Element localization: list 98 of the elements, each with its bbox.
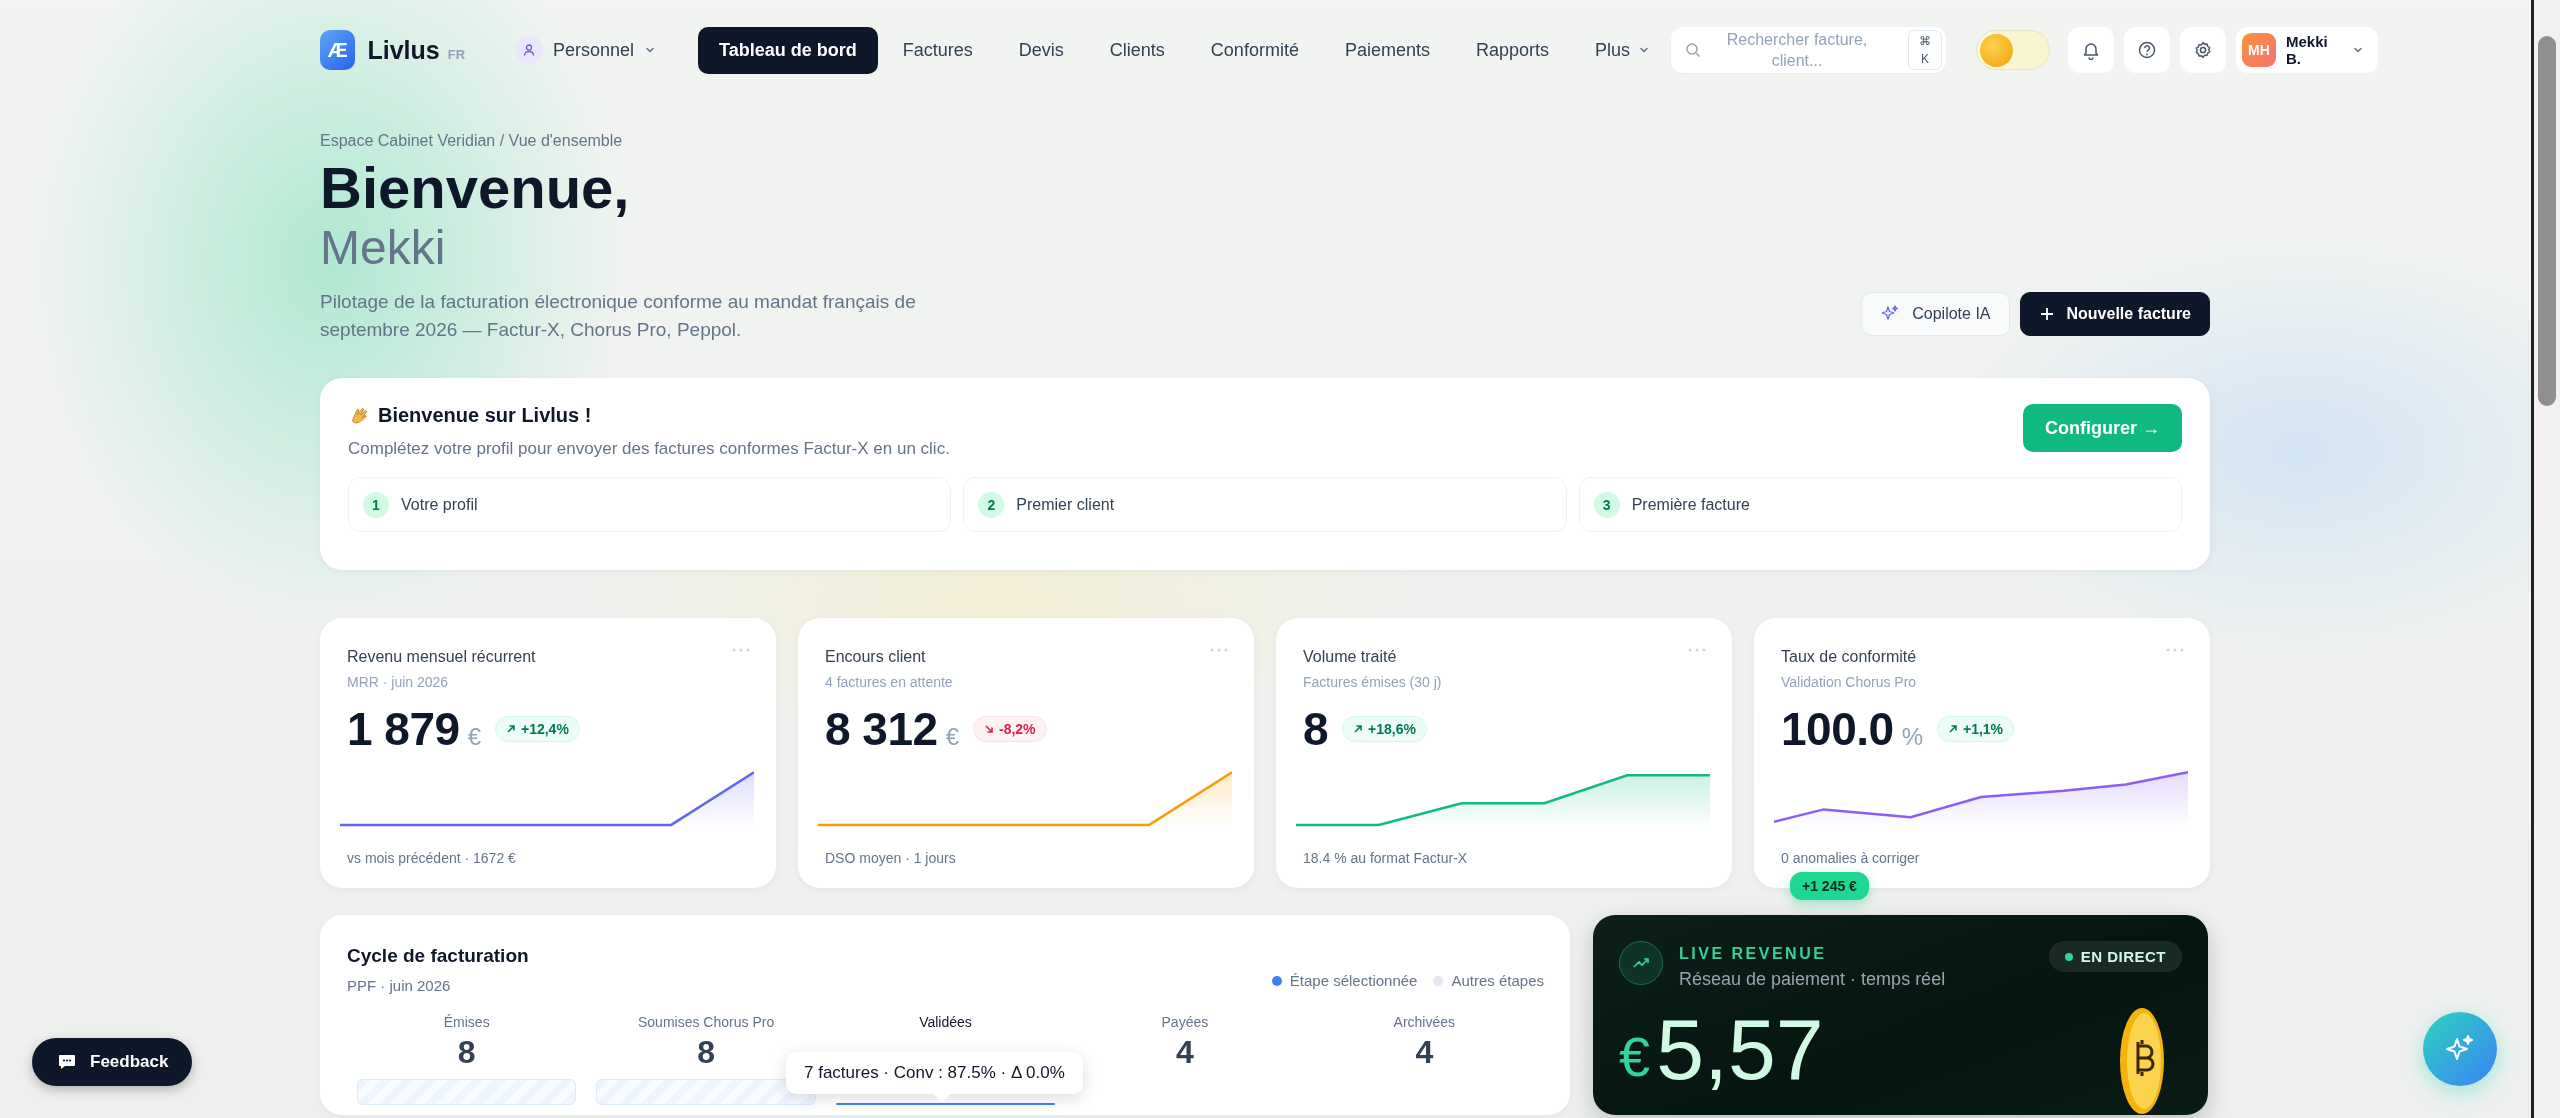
nav-tab[interactable]: Clients bbox=[1088, 26, 1186, 74]
kpi-unit: € bbox=[467, 723, 481, 751]
breadcrumb: Espace Cabinet Veridian / Vue d'ensemble bbox=[320, 132, 624, 150]
search-icon bbox=[1685, 42, 1701, 58]
live-label: LIVE REVENUE bbox=[1679, 945, 1828, 963]
workspace-selector[interactable]: Personnel bbox=[509, 30, 663, 70]
delta-badge: -8,2% bbox=[973, 716, 1047, 742]
welcome-title: Bienvenue sur Livlus ! bbox=[378, 404, 592, 427]
stage-value: 4 bbox=[1176, 1034, 1194, 1071]
step-number: 1 bbox=[363, 491, 389, 518]
kpi-title: Encours client bbox=[825, 648, 926, 666]
delta-badge: +18,6% bbox=[1342, 716, 1427, 742]
kpi-subtitle: Factures émises (30 j) bbox=[1302, 674, 1443, 690]
onboarding-step[interactable]: 2 Premier client bbox=[963, 477, 1567, 532]
help-button[interactable] bbox=[2124, 27, 2170, 73]
avatar: MH bbox=[2242, 33, 2276, 67]
kpi-footer: 18.4 % au format Factur-X bbox=[1276, 850, 1732, 866]
settings-icon bbox=[2193, 40, 2213, 60]
brand-name: Livlus bbox=[367, 35, 440, 65]
kpi-value: 8 bbox=[1303, 702, 1329, 756]
kpi-title: Volume traité bbox=[1303, 648, 1397, 666]
kpi-title: Taux de conformité bbox=[1781, 648, 1917, 666]
feedback-button[interactable]: Feedback bbox=[32, 1038, 193, 1086]
nav-tab[interactable]: Devis bbox=[997, 26, 1085, 74]
kpi-title: Revenu mensuel récurrent bbox=[347, 648, 536, 666]
theme-toggle[interactable] bbox=[1976, 30, 2050, 70]
delta-badge: +12,4% bbox=[495, 716, 580, 742]
legend-label: Autres étapes bbox=[1451, 972, 1544, 989]
scrollbar[interactable] bbox=[2531, 0, 2560, 1118]
kpi-value: 1 879 bbox=[347, 702, 460, 756]
arrow-up-right-icon bbox=[506, 724, 516, 734]
kpi-footer: 0 anomalies à corriger bbox=[1754, 850, 2210, 866]
kpi-unit: % bbox=[1901, 723, 1923, 751]
welcome-subtitle: Complétez votre profil pour envoyer des factures conformes Factur-X en un clic. bbox=[348, 439, 950, 459]
plus-icon bbox=[2038, 306, 2055, 322]
kpi-value: 100.0 bbox=[1781, 702, 1894, 756]
new-invoice-button[interactable]: Nouvelle facture bbox=[2019, 292, 2210, 336]
locale-label: FR bbox=[447, 46, 466, 62]
kpi-value: 8 312 bbox=[825, 702, 938, 756]
arrow-down-right-icon bbox=[984, 724, 994, 734]
shortcut-key: ⌘ K bbox=[1908, 30, 1942, 70]
kpi-footer: DSO moyen · 1 jours bbox=[798, 850, 1254, 866]
chat-icon bbox=[58, 1054, 76, 1070]
nav-tab[interactable]: Conformité bbox=[1189, 26, 1320, 74]
live-amount: 5,57 bbox=[1656, 1006, 1824, 1092]
stage-value: 8 bbox=[697, 1034, 715, 1071]
copilot-button[interactable]: Copilote IA bbox=[1861, 292, 2010, 336]
revenue-badge: +1 245 € bbox=[1790, 872, 1869, 900]
step-number: 3 bbox=[1593, 491, 1620, 518]
card-subtitle: PPF · juin 2026 bbox=[347, 977, 452, 994]
kpi-subtitle: 4 factures en attente bbox=[824, 674, 954, 690]
kpi-unit: € bbox=[945, 723, 959, 751]
help-icon bbox=[2137, 40, 2157, 60]
onboarding-step[interactable]: 3 Première facture bbox=[1578, 477, 2182, 532]
onboarding-step[interactable]: 1 Votre profil bbox=[348, 477, 952, 532]
stage-label: Payées bbox=[1161, 1014, 1209, 1030]
coin-icon bbox=[2118, 1006, 2166, 1116]
page-title: Bienvenue, bbox=[320, 156, 631, 220]
stage-value: 4 bbox=[1415, 1034, 1434, 1071]
arrow-up-right-icon bbox=[1947, 724, 1958, 734]
user-name: Mekki B. bbox=[2286, 33, 2329, 67]
live-status-badge: EN DIRECT bbox=[2048, 941, 2182, 972]
person-icon bbox=[515, 36, 544, 64]
kpi-subtitle: Validation Chorus Pro bbox=[1780, 674, 1918, 690]
stage-label: Archivées bbox=[1393, 1014, 1455, 1030]
assistant-button[interactable] bbox=[2423, 1012, 2497, 1086]
nav-tab[interactable]: Plus bbox=[1574, 26, 1671, 74]
more-icon bbox=[1210, 648, 1228, 652]
settings-button[interactable] bbox=[2180, 27, 2226, 73]
legend-label: Étape sélectionnée bbox=[1289, 972, 1418, 989]
logo-icon: Æ bbox=[320, 30, 356, 70]
kpi-subtitle: MRR · juin 2026 bbox=[346, 674, 450, 690]
kpi-footer: vs mois précédent · 1672 € bbox=[320, 850, 776, 866]
page-description: Pilotage de la facturation électronique conforme au mandat français de septembre 2026 — Factur-X, Chorus Pro, Peppol. bbox=[320, 290, 917, 342]
more-icon bbox=[732, 648, 750, 652]
currency-symbol: € bbox=[1619, 1024, 1651, 1089]
stage-value: 8 bbox=[457, 1034, 476, 1071]
stage-label: Émises bbox=[443, 1014, 490, 1030]
user-menu[interactable]: MH Mekki B. bbox=[2236, 27, 2378, 73]
stage-label: Soumises Chorus Pro bbox=[638, 1014, 775, 1030]
nav-tab[interactable]: Rapports bbox=[1454, 26, 1570, 74]
stage-label: Validées bbox=[919, 1014, 972, 1030]
search-field[interactable]: Rechercher facture, client... ⌘ K bbox=[1671, 27, 1946, 73]
arrow-up-right-icon bbox=[1353, 724, 1364, 734]
nav-tab[interactable]: Paiements bbox=[1323, 26, 1451, 74]
nav-tab[interactable]: Factures bbox=[881, 26, 994, 74]
user-greeting-name: Mekki bbox=[320, 220, 447, 276]
scrollbar-thumb[interactable] bbox=[2538, 36, 2556, 406]
card-title: Cycle de facturation bbox=[347, 945, 529, 967]
bell-icon bbox=[2081, 40, 2101, 60]
trending-up-icon bbox=[1619, 941, 1663, 985]
step-number: 2 bbox=[978, 491, 1005, 518]
live-subtitle: Réseau de paiement · temps réel bbox=[1679, 969, 1946, 990]
nav-tab[interactable]: Tableau de bord bbox=[698, 26, 878, 74]
more-icon bbox=[2166, 648, 2184, 652]
notifications-button[interactable] bbox=[2068, 27, 2114, 73]
more-icon bbox=[1688, 648, 1706, 652]
delta-badge: +1,1% bbox=[1936, 716, 2015, 742]
